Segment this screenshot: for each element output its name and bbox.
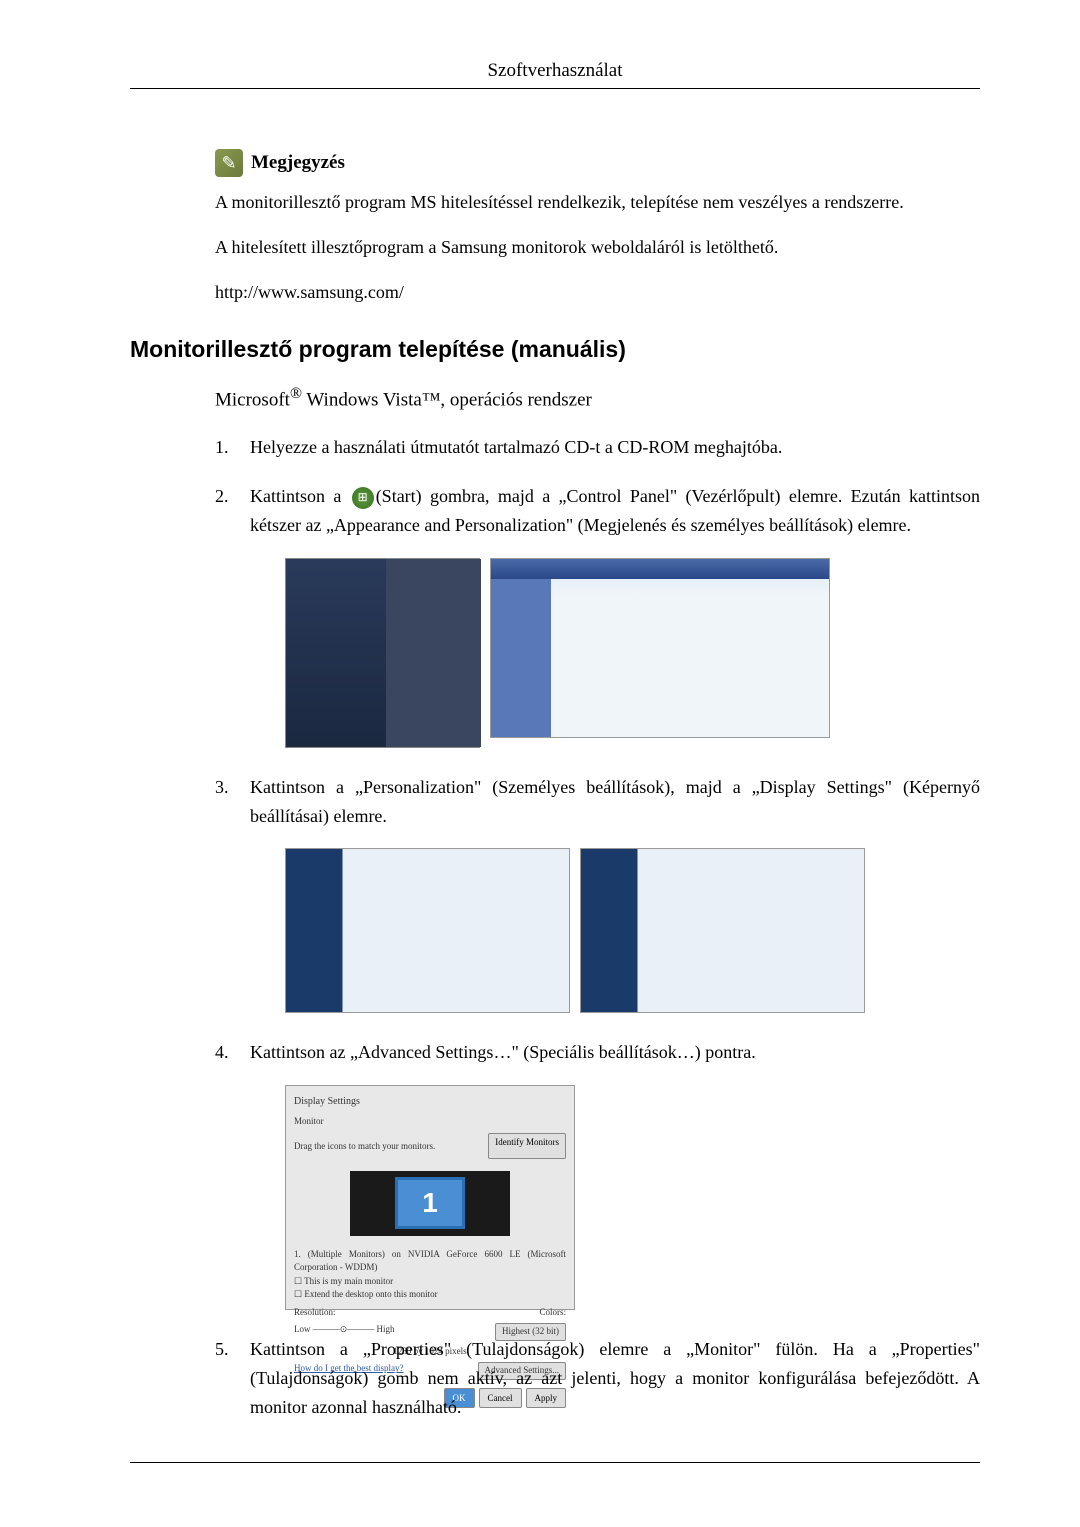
- note-header: ✎ Megjegyzés: [215, 149, 980, 177]
- note-paragraph-2: A hitelesített illesztőprogram a Samsung…: [215, 234, 980, 261]
- drag-text: Drag the icons to match your monitors.: [294, 1139, 435, 1153]
- document-page: Szoftverhasználat ✎ Megjegyzés A monitor…: [0, 0, 1080, 1503]
- step-1: Helyezze a használati útmutatót tartalma…: [215, 433, 980, 462]
- step-2-before: Kattintson a: [250, 486, 350, 506]
- step-4-text: Kattintson az „Advanced Settings…" (Spec…: [250, 1042, 756, 1062]
- screenshot-group-2: [285, 848, 980, 1013]
- footer-divider: [130, 1462, 980, 1463]
- dialog-title: Display Settings: [294, 1094, 566, 1110]
- windows-start-icon: ⊞: [352, 487, 374, 509]
- note-body: A monitorillesztő program MS hitelesítés…: [215, 189, 980, 306]
- note-url: http://www.samsung.com/: [215, 279, 980, 306]
- note-paragraph-1: A monitorillesztő program MS hitelesítés…: [215, 189, 980, 216]
- resolution-low: Low: [294, 1324, 311, 1334]
- note-title: Megjegyzés: [251, 152, 345, 174]
- page-header: Szoftverhasználat: [130, 60, 980, 88]
- instruction-list: Helyezze a használati útmutatót tartalma…: [215, 433, 980, 1421]
- os-subtitle: Microsoft® Windows Vista™, operációs ren…: [215, 385, 980, 411]
- monitor-label: 1. (Multiple Monitors) on NVIDIA GeForce…: [294, 1248, 566, 1275]
- section-content: Microsoft® Windows Vista™, operációs ren…: [215, 385, 980, 1422]
- identify-monitors-button[interactable]: Identify Monitors: [488, 1133, 566, 1159]
- section-title: Monitorillesztő program telepítése (manu…: [130, 336, 980, 363]
- subtitle-suffix: Windows Vista™, operációs rendszer: [302, 389, 592, 410]
- step-5: Kattintson a „Properties" (Tulajdonságok…: [215, 1335, 980, 1421]
- subtitle-prefix: Microsoft: [215, 389, 290, 410]
- header-divider: Szoftverhasználat: [130, 60, 980, 89]
- checkbox-extend-desktop[interactable]: ☐ Extend the desktop onto this monitor: [294, 1288, 566, 1302]
- step-3-text: Kattintson a „Personalization" (Személye…: [250, 777, 980, 826]
- resolution-high: High: [377, 1324, 395, 1334]
- step-4: Kattintson az „Advanced Settings…" (Spec…: [215, 1038, 980, 1310]
- step-2: Kattintson a ⊞(Start) gombra, majd a „Co…: [215, 482, 980, 748]
- note-section: ✎ Megjegyzés A monitorillesztő program M…: [215, 149, 980, 306]
- resolution-label: Resolution:: [294, 1306, 336, 1320]
- monitor-preview: 1: [395, 1177, 465, 1229]
- screenshot-display-settings: Display Settings Monitor Drag the icons …: [285, 1085, 575, 1310]
- colors-label: Colors:: [539, 1306, 566, 1320]
- screenshot-control-panel: [490, 558, 830, 738]
- screenshot-appearance-personalization: [285, 848, 570, 1013]
- checkbox-main-monitor[interactable]: ☐ This is my main monitor: [294, 1275, 566, 1289]
- monitor-preview-box: 1: [350, 1171, 510, 1236]
- step-3: Kattintson a „Personalization" (Személye…: [215, 773, 980, 1014]
- screenshot-group-1: [285, 558, 980, 748]
- dialog-tab: Monitor: [294, 1114, 566, 1128]
- dialog-title-text: Display Settings: [294, 1096, 360, 1107]
- screenshot-personalization: [580, 848, 865, 1013]
- screenshot-vista-start-menu: [285, 558, 480, 748]
- pencil-icon: ✎: [215, 149, 243, 177]
- screenshot-group-3: Display Settings Monitor Drag the icons …: [285, 1085, 980, 1310]
